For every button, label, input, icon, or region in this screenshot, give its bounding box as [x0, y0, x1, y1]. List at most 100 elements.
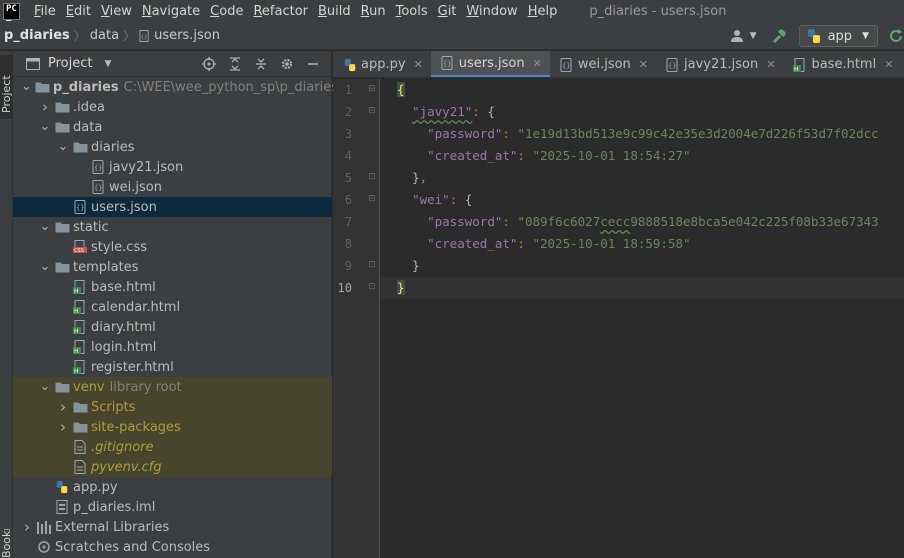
fold-marker-icon[interactable]: ⊟: [368, 194, 376, 204]
editor-tab[interactable]: {} javy21.json ✕: [656, 51, 783, 77]
gear-icon[interactable]: [279, 56, 295, 72]
bookmarks-tool-window-button[interactable]: Bookmarks: [0, 529, 13, 558]
code-line-4[interactable]: "created_at": "2025-10-01 18:54:27": [381, 145, 904, 167]
tree-item[interactable]: ⌄ p_diaries C:\WEE\wee_python_sp\p_diaries: [13, 77, 338, 97]
editor-tab[interactable]: app.py ✕: [333, 51, 431, 77]
collapse-all-icon[interactable]: [253, 56, 269, 72]
chevron-right-icon[interactable]: ›: [21, 520, 33, 535]
editor-tab[interactable]: {} users.json ✕: [430, 51, 550, 77]
tree-item-label: pyvenv.cfg: [91, 459, 162, 475]
code-line-5[interactable]: },: [381, 167, 904, 189]
editor-tab[interactable]: Hbase.html ✕: [783, 51, 901, 77]
tree-item[interactable]: {} users.json: [13, 197, 332, 217]
fold-marker-icon[interactable]: ⊡: [368, 260, 376, 270]
editor-tab-label: app.py: [361, 57, 406, 72]
menu-window[interactable]: Window: [466, 4, 517, 19]
tree-item[interactable]: Hcalendar.html: [13, 297, 332, 317]
code-line-1[interactable]: {: [381, 79, 904, 101]
breadcrumb-file[interactable]: {} users.json: [139, 28, 220, 43]
menu-edit[interactable]: Edit: [66, 4, 91, 19]
editor-tab[interactable]: {} wei.json ✕: [550, 51, 656, 77]
chevron-down-icon[interactable]: ⌄: [21, 80, 32, 93]
code-line-7[interactable]: "password": "089f6c6027cecc9888518e8bca5…: [381, 211, 904, 233]
tree-item[interactable]: › site-packages: [13, 417, 332, 437]
select-opened-file-icon[interactable]: [201, 56, 217, 72]
tree-item[interactable]: Scratches and Consoles: [13, 537, 332, 557]
chevron-down-icon[interactable]: ⌄: [39, 120, 51, 133]
fold-marker-icon[interactable]: ⊡: [368, 282, 376, 292]
tree-item[interactable]: Hbase.html: [13, 277, 332, 297]
chevron-down-icon: ▼: [862, 31, 869, 41]
tree-item[interactable]: {} wei.json: [13, 177, 332, 197]
code-line-6[interactable]: "wei": {: [381, 189, 904, 211]
json-file-icon: {}: [90, 180, 106, 194]
close-tab-icon[interactable]: ✕: [533, 57, 542, 70]
breadcrumb-data[interactable]: data: [90, 28, 119, 43]
tree-item[interactable]: Hregister.html: [13, 357, 332, 377]
editor-tab-label: javy21.json: [684, 57, 759, 72]
menu-navigate[interactable]: Navigate: [142, 4, 200, 19]
tree-item[interactable]: ⌄ templates: [13, 257, 332, 277]
chevron-right-icon[interactable]: ›: [57, 420, 69, 435]
menu-help[interactable]: Help: [528, 4, 558, 19]
chevron-right-icon[interactable]: ›: [39, 100, 51, 115]
tree-item[interactable]: › .idea: [13, 97, 332, 117]
menu-build[interactable]: Build: [318, 4, 351, 19]
code-line-3[interactable]: "password": "1e19d13bd513e9c99c42e35e3d2…: [381, 123, 904, 145]
project-view-selector[interactable]: Project: [48, 56, 92, 71]
fold-marker-icon[interactable]: ⊟: [368, 84, 376, 94]
css-file-icon: CSS: [72, 240, 88, 254]
menu-file[interactable]: File: [34, 4, 56, 19]
chevron-down-icon[interactable]: ⌄: [57, 140, 69, 153]
code-line-9[interactable]: }: [381, 255, 904, 277]
code-line-8[interactable]: "created_at": "2025-10-01 18:59:58": [381, 233, 904, 255]
breadcrumb-project[interactable]: p_diaries: [4, 28, 70, 43]
hide-panel-icon[interactable]: [305, 56, 321, 72]
tree-item[interactable]: p_diaries.iml: [13, 497, 332, 517]
close-tab-icon[interactable]: ✕: [884, 58, 893, 71]
tree-item[interactable]: › External Libraries: [13, 517, 332, 537]
close-tab-icon[interactable]: ✕: [414, 58, 423, 71]
menu-refactor[interactable]: Refactor: [253, 4, 308, 19]
code-line-10[interactable]: }: [381, 277, 904, 299]
expand-all-icon[interactable]: [227, 56, 243, 72]
chevron-down-icon[interactable]: ▼: [104, 59, 111, 69]
tree-item[interactable]: CSS style.css: [13, 237, 332, 257]
menu-tools[interactable]: Tools: [396, 4, 428, 19]
chevron-down-icon[interactable]: ⌄: [39, 260, 51, 273]
tree-item[interactable]: ⌄ data: [13, 117, 332, 137]
chevron-down-icon[interactable]: ⌄: [39, 380, 51, 393]
pycharm-logo-icon[interactable]: PC _: [3, 2, 20, 21]
vcs-user-button[interactable]: ▼: [730, 29, 757, 43]
menu-view[interactable]: View: [101, 4, 132, 19]
tree-item[interactable]: pyvenv.cfg: [13, 457, 332, 477]
tree-item[interactable]: .gitignore: [13, 437, 332, 457]
chevron-down-icon[interactable]: ⌄: [39, 220, 51, 233]
tree-item[interactable]: ⌄ static: [13, 217, 332, 237]
chevron-right-icon[interactable]: ›: [57, 400, 69, 415]
menu-git[interactable]: Git: [438, 4, 457, 19]
tree-item[interactable]: ⌄ venv library root: [13, 377, 332, 397]
svg-text:{}: {}: [141, 34, 148, 40]
tree-item[interactable]: {} javy21.json: [13, 157, 332, 177]
fold-marker-icon[interactable]: ⊡: [368, 172, 376, 182]
tree-item-label: app.py: [73, 479, 118, 495]
folder-icon: [72, 420, 88, 434]
json-file-icon: {}: [441, 56, 455, 70]
close-tab-icon[interactable]: ✕: [639, 58, 648, 71]
close-tab-icon[interactable]: ✕: [766, 58, 775, 71]
tree-item[interactable]: Hlogin.html: [13, 337, 332, 357]
menu-run[interactable]: Run: [361, 4, 386, 19]
tree-item[interactable]: app.py: [13, 477, 332, 497]
code-line-2[interactable]: "javy21": {: [381, 101, 904, 123]
fold-marker-icon[interactable]: ⊟: [368, 106, 376, 116]
menu-code[interactable]: Code: [210, 4, 243, 19]
build-hammer-icon[interactable]: [771, 28, 787, 44]
run-configuration-select[interactable]: app ▼: [798, 25, 878, 47]
project-tool-window-button[interactable]: Project: [0, 55, 13, 119]
tree-item[interactable]: ⌄ diaries: [13, 137, 332, 157]
code-area[interactable]: 1 2 3 4 5 6 7 8 9 10 ⊟ ⊟ ⊡ ⊟ ⊡ ⊡ { "javy21": { "passwor…: [333, 79, 904, 558]
tree-item[interactable]: Hdiary.html: [13, 317, 332, 337]
tree-item[interactable]: › Scripts: [13, 397, 332, 417]
rerun-icon[interactable]: [888, 28, 904, 44]
